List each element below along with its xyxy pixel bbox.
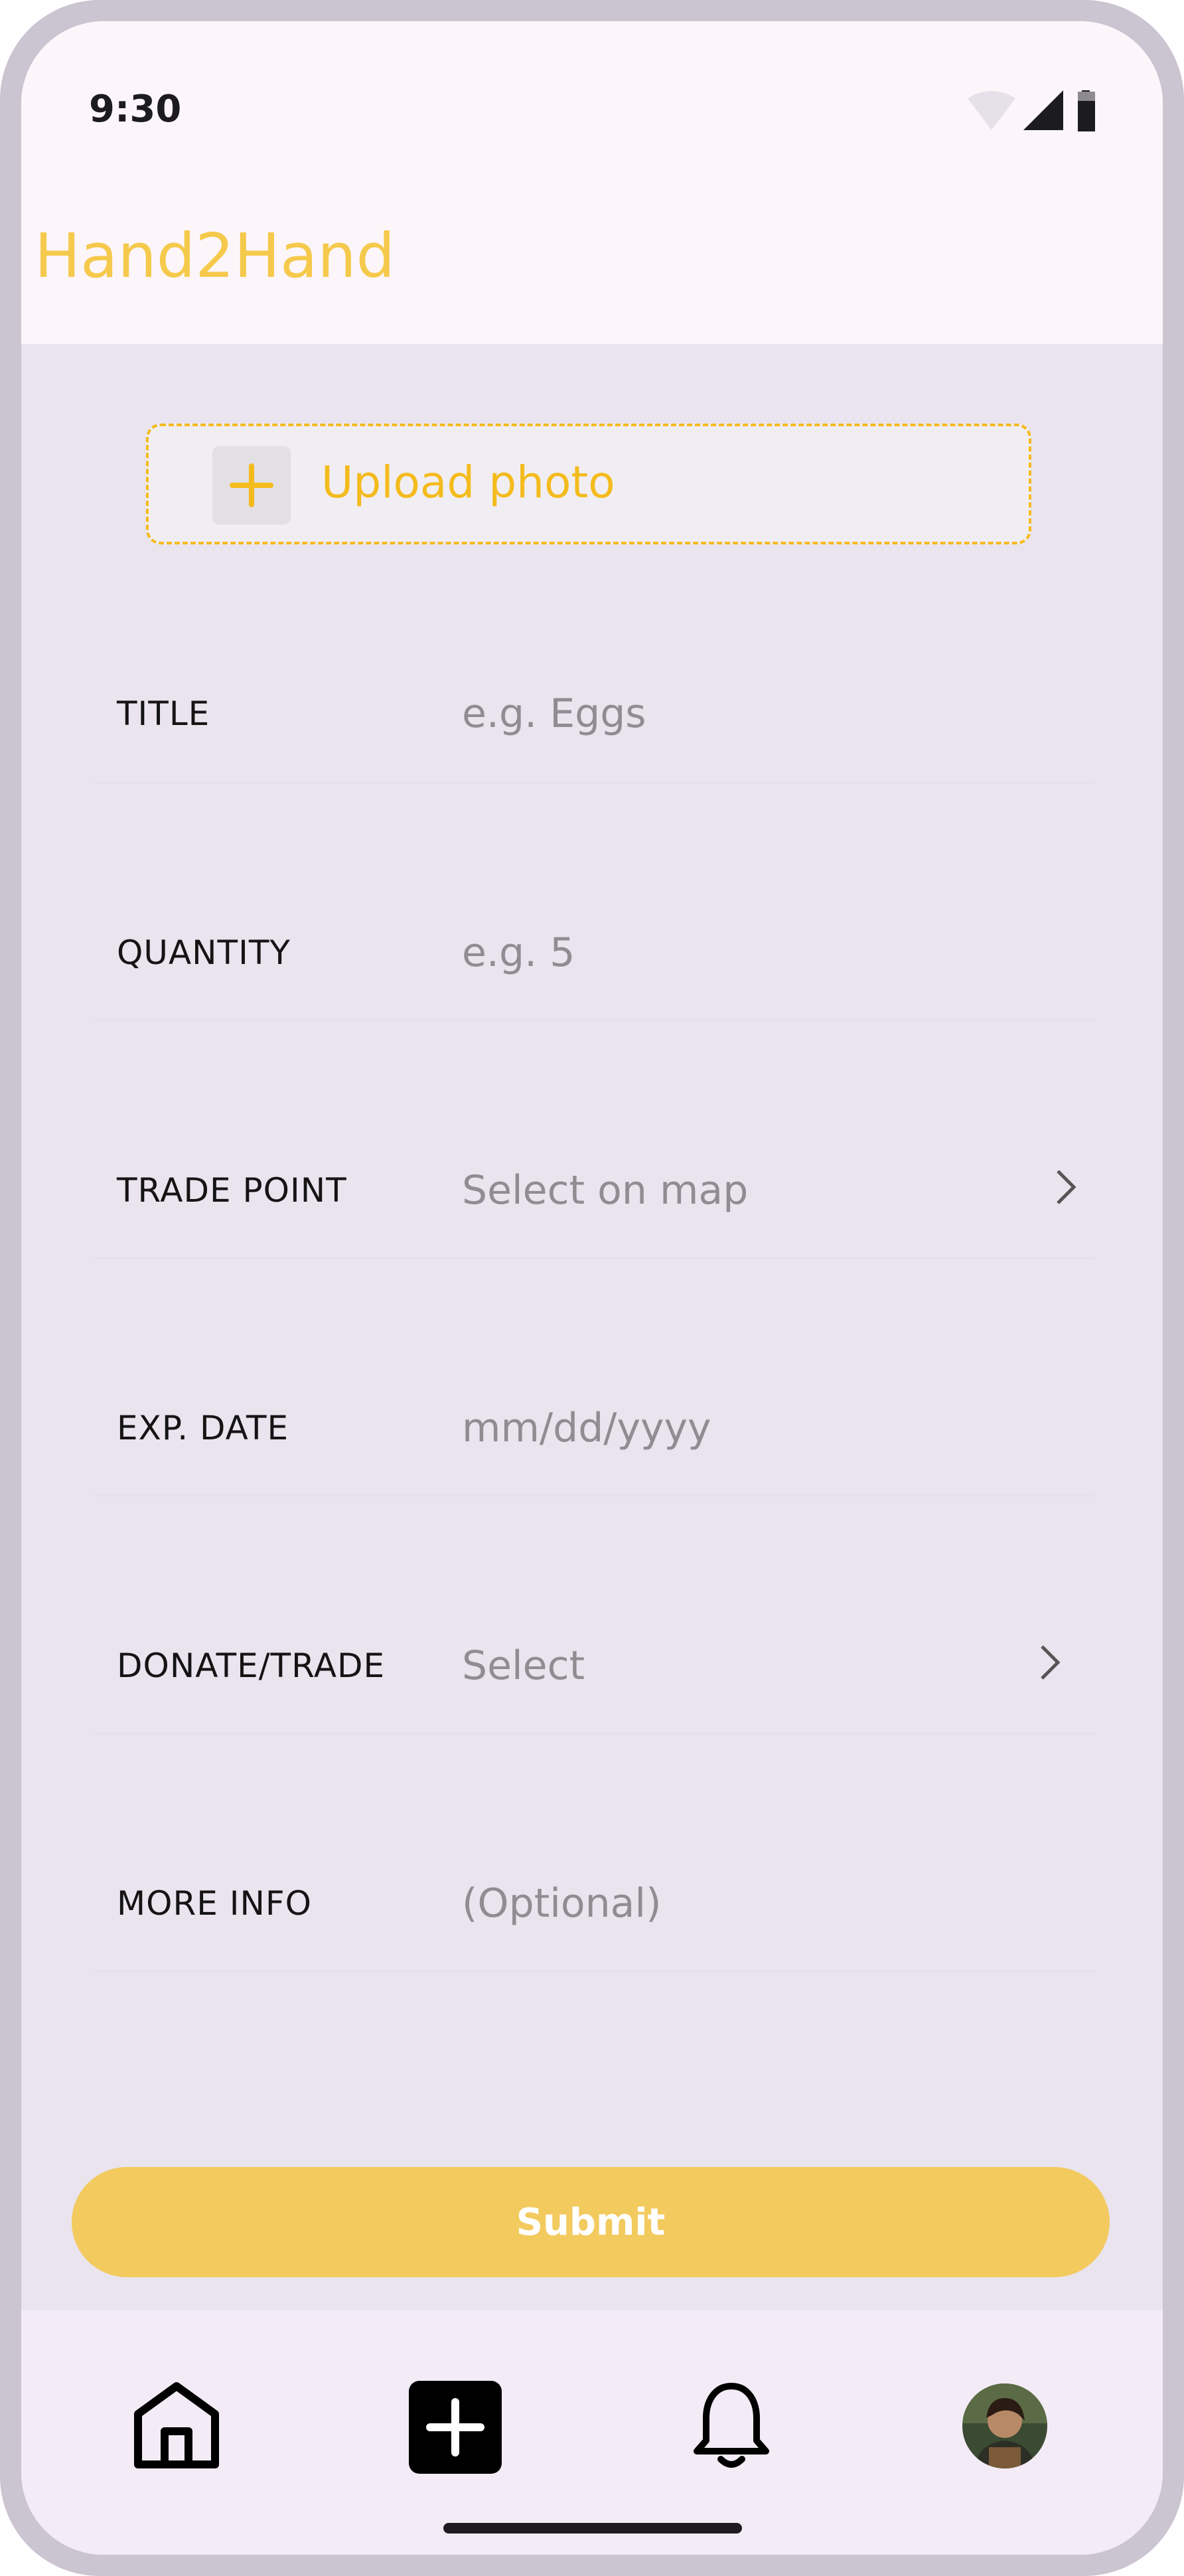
bottom-navigation bbox=[21, 2310, 1163, 2555]
donate-trade-select[interactable]: Select bbox=[462, 1643, 585, 1689]
more-info-row[interactable]: MORE INFO (Optional) bbox=[93, 1799, 1095, 1972]
status-icons bbox=[964, 88, 1123, 157]
title-row[interactable]: TITLE e.g. Eggs bbox=[93, 611, 1095, 783]
title-label: TITLE bbox=[117, 694, 210, 733]
wifi-icon bbox=[968, 91, 1015, 130]
home-icon[interactable] bbox=[131, 2381, 222, 2476]
app-screen: 9:30 Hand2Hand Upload photo TITLE e.g. E… bbox=[21, 21, 1163, 2555]
trade-point-row[interactable]: TRADE POINT Select on map bbox=[93, 1086, 1095, 1259]
donate-trade-label: DONATE/TRADE bbox=[117, 1647, 386, 1685]
avatar[interactable] bbox=[962, 2383, 1047, 2472]
trade-point-label: TRADE POINT bbox=[117, 1171, 347, 1210]
title-input[interactable]: e.g. Eggs bbox=[462, 690, 646, 737]
home-indicator[interactable] bbox=[443, 2523, 742, 2534]
exp-date-label: EXP. DATE bbox=[117, 1409, 289, 1447]
submit-button[interactable]: Submit bbox=[72, 2167, 1110, 2277]
more-info-input[interactable]: (Optional) bbox=[462, 1880, 662, 1927]
status-time: 9:30 bbox=[89, 88, 182, 131]
chevron-right-icon bbox=[1038, 1644, 1062, 1684]
chevron-right-icon bbox=[1054, 1168, 1078, 1209]
signal-icon bbox=[1023, 90, 1063, 130]
bell-icon[interactable] bbox=[692, 2379, 771, 2476]
more-info-label: MORE INFO bbox=[117, 1884, 312, 1923]
quantity-input[interactable]: e.g. 5 bbox=[462, 929, 575, 976]
donate-trade-row[interactable]: DONATE/TRADE Select bbox=[93, 1562, 1095, 1734]
exp-date-row[interactable]: EXP. DATE mm/dd/yyyy bbox=[93, 1324, 1095, 1496]
plus-icon bbox=[212, 446, 291, 524]
quantity-row[interactable]: QUANTITY e.g. 5 bbox=[93, 848, 1095, 1021]
add-icon[interactable] bbox=[409, 2381, 502, 2477]
quantity-label: QUANTITY bbox=[117, 933, 291, 972]
trade-point-select[interactable]: Select on map bbox=[462, 1167, 748, 1214]
top-app-bar: 9:30 Hand2Hand bbox=[21, 21, 1163, 344]
upload-photo-button[interactable]: Upload photo bbox=[146, 424, 1031, 544]
app-title: Hand2Hand bbox=[35, 220, 396, 291]
battery-icon bbox=[1078, 88, 1095, 131]
device-frame: 9:30 Hand2Hand Upload photo TITLE e.g. E… bbox=[0, 0, 1184, 2576]
exp-date-input[interactable]: mm/dd/yyyy bbox=[462, 1405, 711, 1451]
upload-photo-label: Upload photo bbox=[321, 457, 615, 508]
